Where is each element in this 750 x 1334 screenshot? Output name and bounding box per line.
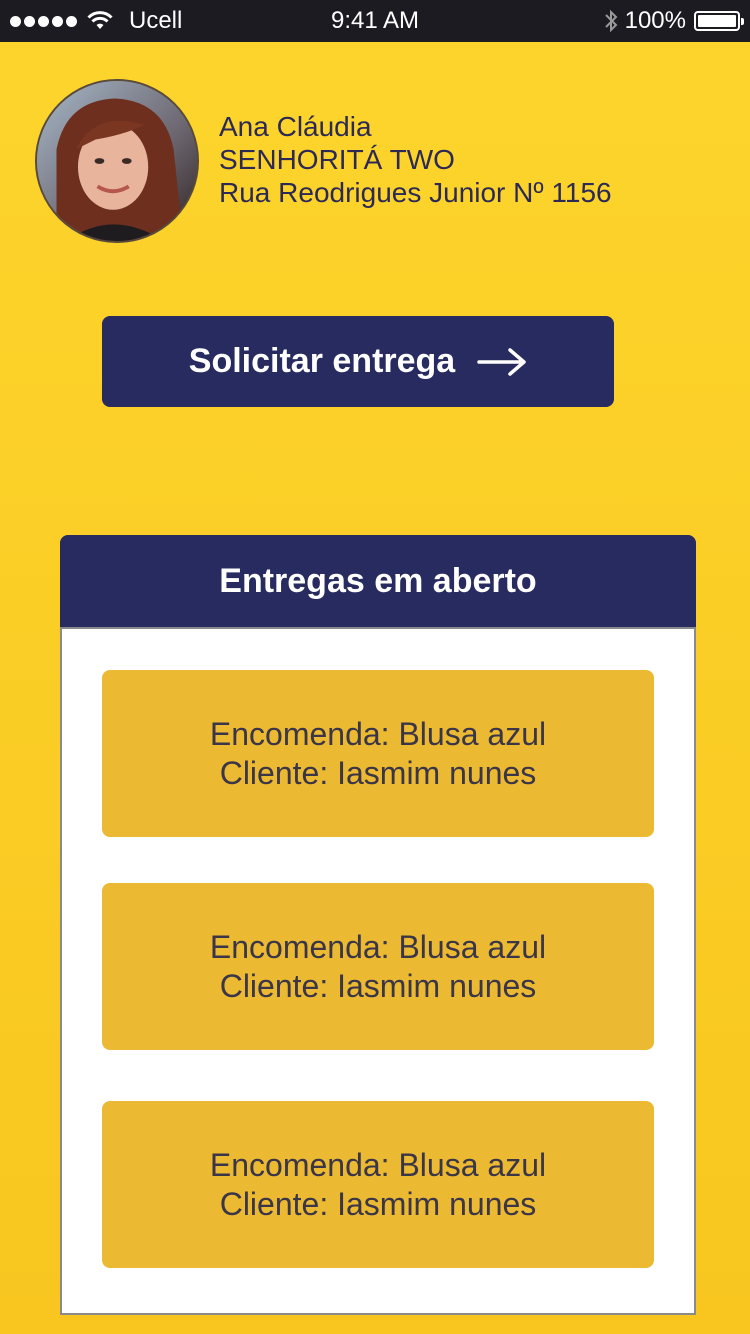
profile-store: SENHORITÁ TWO bbox=[219, 144, 455, 175]
delivery-card[interactable]: Encomenda: Blusa azul Cliente: Iasmim nu… bbox=[102, 670, 654, 837]
profile-name: Ana Cláudia bbox=[219, 111, 372, 142]
open-deliveries-title: Entregas em aberto bbox=[219, 561, 537, 600]
delivery-order: Encomenda: Blusa azul bbox=[209, 715, 547, 752]
status-bar: Ucell 9:41 AM 100% bbox=[0, 0, 750, 42]
request-delivery-button[interactable]: Solicitar entrega bbox=[102, 316, 614, 407]
profile-info: Ana Cláudia SENHORITÁ TWO Rua Reodrigues… bbox=[219, 110, 612, 209]
avatar[interactable] bbox=[35, 79, 199, 243]
profile-address: Rua Reodrigues Junior Nº 1156 bbox=[219, 177, 612, 208]
battery-icon bbox=[694, 11, 744, 31]
battery-percent: 100% bbox=[624, 7, 686, 34]
delivery-card[interactable]: Encomenda: Blusa azul Cliente: Iasmim nu… bbox=[102, 1101, 654, 1268]
bluetooth-icon bbox=[604, 9, 618, 33]
delivery-client: Cliente: Iasmim nunes bbox=[219, 1185, 537, 1222]
avatar-photo bbox=[37, 81, 197, 241]
arrow-right-icon bbox=[477, 347, 526, 376]
open-deliveries-header: Entregas em aberto bbox=[60, 535, 696, 627]
delivery-order: Encomenda: Blusa azul bbox=[209, 1146, 547, 1183]
delivery-client: Cliente: Iasmim nunes bbox=[219, 754, 537, 791]
request-delivery-label: Solicitar entrega bbox=[188, 342, 456, 380]
delivery-card[interactable]: Encomenda: Blusa azul Cliente: Iasmim nu… bbox=[102, 883, 654, 1050]
status-right: 100% bbox=[603, 7, 744, 34]
delivery-client: Cliente: Iasmim nunes bbox=[219, 967, 537, 1004]
open-deliveries-list: Encomenda: Blusa azul Cliente: Iasmim nu… bbox=[60, 627, 696, 1315]
delivery-order: Encomenda: Blusa azul bbox=[209, 928, 547, 965]
